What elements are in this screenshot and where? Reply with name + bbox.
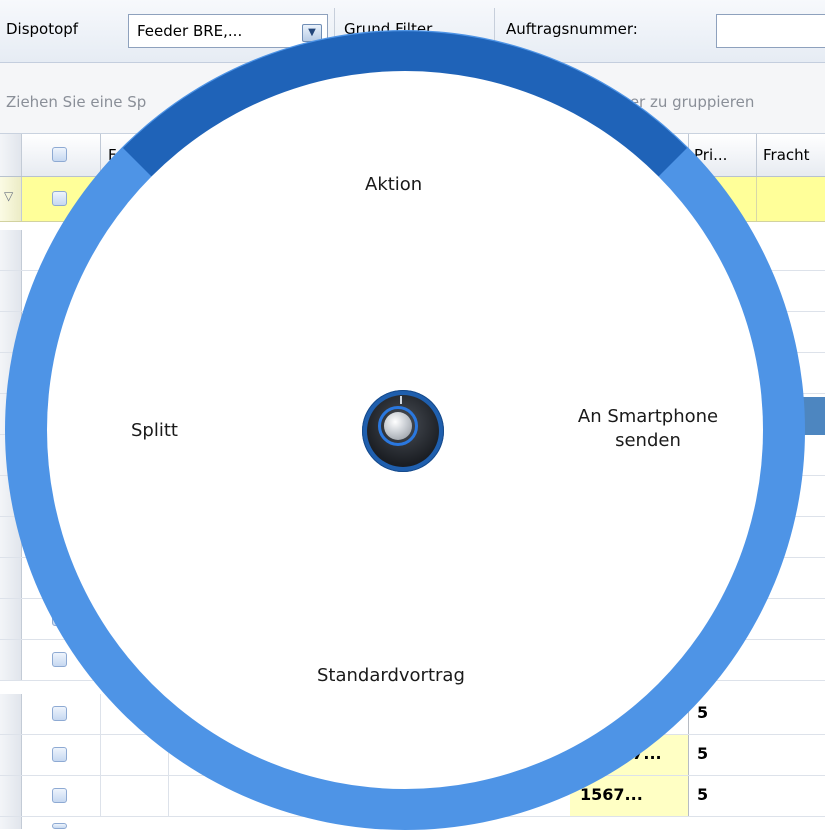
knob-icon bbox=[384, 412, 412, 440]
menu-item-label-line1: An Smartphone bbox=[577, 406, 719, 427]
radial-knob-button[interactable] bbox=[362, 390, 444, 472]
radial-menu: Aktion Splitt An Smartphone senden Stand… bbox=[5, 30, 805, 830]
menu-item-aktion[interactable]: Aktion bbox=[365, 173, 422, 197]
menu-item-an-smartphone-senden[interactable]: An Smartphone senden bbox=[553, 405, 743, 453]
menu-item-standardvortrag[interactable]: Standardvortrag bbox=[317, 664, 465, 688]
menu-item-splitt[interactable]: Splitt bbox=[131, 419, 178, 443]
knob-tick bbox=[400, 396, 402, 404]
menu-item-label-line2: senden bbox=[615, 430, 681, 451]
